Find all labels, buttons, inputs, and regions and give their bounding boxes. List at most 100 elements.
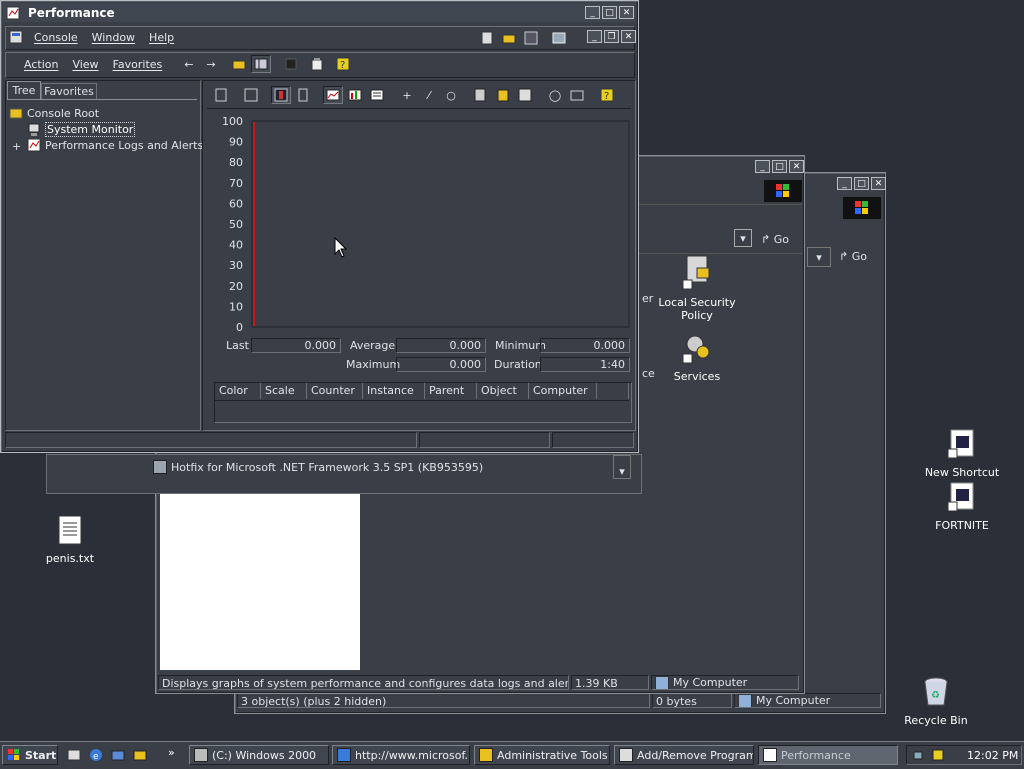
task-admin-tools[interactable]: Administrative Tools (474, 745, 610, 765)
tree-item-perf-logs[interactable]: Performance Logs and Alerts (27, 138, 203, 152)
performance-window[interactable]: Performance _ □ ✕ Console Window Help _ … (0, 0, 639, 453)
properties-icon[interactable] (307, 55, 327, 73)
system-monitor-graph[interactable]: 1009080706050403020100 (207, 111, 633, 335)
menu-favorites[interactable]: Favorites (106, 58, 170, 71)
services-shortcut[interactable]: Services (652, 332, 742, 383)
view-log-data-icon[interactable] (293, 86, 313, 104)
task-label: Administrative Tools (497, 748, 608, 762)
maximize-button[interactable]: □ (772, 160, 787, 173)
go-button[interactable]: ↱ Go (839, 247, 881, 265)
legend-column-header[interactable]: Computer (529, 383, 597, 399)
help-icon[interactable]: ? (333, 55, 353, 73)
new-document-icon[interactable] (477, 29, 497, 47)
local-security-policy-shortcut[interactable]: Local Security Policy (652, 254, 742, 322)
start-button[interactable]: Start (2, 745, 58, 765)
legend-column-header[interactable] (597, 383, 629, 399)
windows-logo-icon (764, 180, 802, 202)
forward-icon[interactable]: → (201, 55, 221, 73)
new-counter-set-icon[interactable] (211, 86, 231, 104)
desktop-icon-fortnite[interactable]: FORTNITE (917, 481, 1007, 532)
go-label: Go (851, 249, 867, 263)
tab-favorites[interactable]: Favorites (41, 83, 97, 100)
legend-column-header[interactable]: Counter (307, 383, 363, 399)
tab-tree[interactable]: Tree (7, 81, 41, 100)
status-description: Displays graphs of system performance an… (158, 675, 569, 690)
view-graph-icon[interactable] (323, 86, 343, 104)
task-ie[interactable]: http://www.microsof... (332, 745, 470, 765)
tree-root-label: Console Root (27, 106, 100, 120)
maximize-button[interactable]: □ (854, 177, 869, 190)
save-icon[interactable] (521, 29, 541, 47)
menu-window[interactable]: Window (85, 31, 142, 44)
tree-system-monitor-label: System Monitor (45, 122, 136, 137)
desktop-icon-new-shortcut[interactable]: New Shortcut (917, 428, 1007, 479)
child-close-button[interactable]: ✕ (621, 30, 636, 43)
show-tree-icon[interactable] (251, 55, 271, 73)
add-counter-icon[interactable]: + (397, 86, 417, 104)
close-button[interactable]: ✕ (789, 160, 804, 173)
hotfix-list-item[interactable]: Hotfix for Microsoft .NET Framework 3.5 … (153, 460, 483, 474)
task-add-remove[interactable]: Add/Remove Programs (614, 745, 754, 765)
network-tray-icon[interactable] (913, 748, 927, 762)
up-folder-icon[interactable] (229, 55, 249, 73)
minimize-button[interactable]: _ (585, 6, 600, 19)
properties-icon[interactable] (515, 86, 535, 104)
clock[interactable]: 12:02 PM (967, 749, 1018, 762)
installer-icon (153, 460, 167, 474)
maximize-button[interactable]: □ (602, 6, 617, 19)
legend-column-header[interactable]: Instance (363, 383, 425, 399)
list-scroll-down[interactable]: ▾ (613, 455, 631, 479)
close-button[interactable]: ✕ (619, 6, 634, 19)
menu-view[interactable]: View (65, 58, 105, 71)
go-arrow-icon: ↱ (761, 232, 771, 246)
explorer-icon[interactable] (130, 746, 150, 764)
close-button[interactable]: ✕ (871, 177, 886, 190)
menu-help[interactable]: Help (142, 31, 181, 44)
view-report-icon[interactable] (367, 86, 387, 104)
menu-action[interactable]: Action (17, 58, 65, 71)
freeze-display-icon[interactable]: ◯ (545, 86, 565, 104)
paste-counter-list-icon[interactable] (493, 86, 513, 104)
legend-column-header[interactable]: Color (215, 383, 261, 399)
child-restore-button[interactable]: ❐ (604, 30, 619, 43)
clear-display-icon[interactable] (241, 86, 261, 104)
highlight-icon[interactable]: ○ (441, 86, 461, 104)
show-desktop-icon[interactable] (64, 746, 84, 764)
internet-explorer-icon[interactable]: e (86, 746, 106, 764)
tree-expander-icon[interactable]: + (12, 140, 21, 153)
address-dropdown[interactable]: ▾ (807, 247, 831, 267)
tree-item-system-monitor[interactable]: System Monitor (27, 122, 136, 137)
open-folder-icon[interactable] (499, 29, 519, 47)
performance-titlebar[interactable]: Performance _ □ ✕ (3, 3, 636, 22)
svg-text:♻: ♻ (931, 690, 940, 701)
outlook-express-icon[interactable] (108, 746, 128, 764)
view-histogram-icon[interactable] (345, 86, 365, 104)
quick-launch-chevron[interactable]: » (168, 746, 175, 759)
delete-counter-icon[interactable]: ⁄ (419, 86, 439, 104)
status-location-text: My Computer (756, 694, 831, 707)
task-performance[interactable]: Performance (758, 745, 898, 765)
legend-column-header[interactable]: Parent (425, 383, 477, 399)
legend-column-header[interactable]: Scale (261, 383, 307, 399)
export-list-icon[interactable] (281, 55, 301, 73)
add-remove-list[interactable]: Hotfix for Microsoft .NET Framework 3.5 … (46, 454, 642, 494)
child-minimize-button[interactable]: _ (587, 30, 602, 43)
view-current-activity-icon[interactable] (271, 86, 291, 104)
desktop-icon-text-file[interactable]: penis.txt (25, 514, 115, 565)
copy-properties-icon[interactable] (471, 86, 491, 104)
menu-console[interactable]: Console (27, 31, 85, 44)
legend-column-header[interactable]: Object (477, 383, 529, 399)
new-window-icon[interactable] (549, 29, 569, 47)
minimize-button[interactable]: _ (837, 177, 852, 190)
minimize-button[interactable]: _ (755, 160, 770, 173)
volume-tray-icon[interactable] (931, 748, 945, 762)
address-dropdown[interactable]: ▾ (734, 229, 752, 247)
update-data-icon[interactable] (567, 86, 587, 104)
monitor-help-icon[interactable]: ? (597, 86, 617, 104)
last-label: Last (226, 339, 249, 352)
tree-item-console-root[interactable]: Console Root (9, 106, 99, 120)
go-button[interactable]: ↱ Go (761, 230, 803, 248)
back-icon[interactable]: ← (179, 55, 199, 73)
task-drive-c[interactable]: (C:) Windows 2000 (189, 745, 329, 765)
desktop-icon-recycle-bin[interactable]: ♻ Recycle Bin (891, 676, 981, 727)
